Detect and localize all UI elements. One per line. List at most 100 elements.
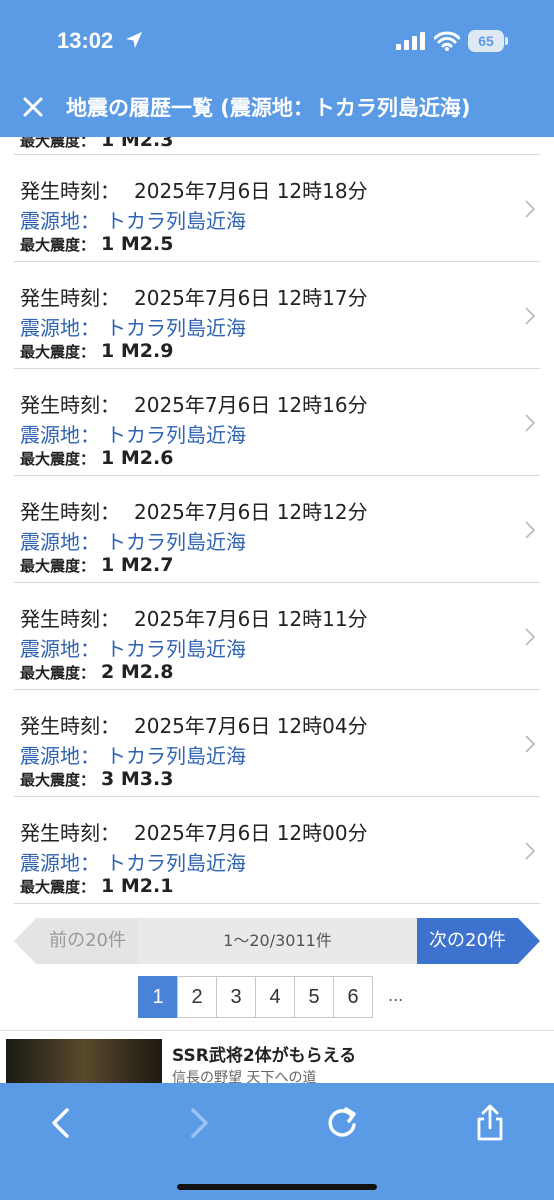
back-arrow-icon[interactable] bbox=[42, 1103, 82, 1143]
time-line: 発生時刻： 2025年7月6日 12時17分 bbox=[20, 282, 368, 311]
epicenter-label: 震源地： bbox=[20, 851, 100, 875]
epicenter-label: 震源地： bbox=[20, 637, 100, 661]
top-bar: 13:02 65 地震の履歴一覧 (震源地：トカラ列島近海) bbox=[0, 0, 554, 137]
page-title: 地震の履歴一覧 (震源地：トカラ列島近海) bbox=[66, 96, 471, 120]
intensity-label: 最大震度： bbox=[20, 664, 96, 682]
status-time: 13:02 bbox=[57, 28, 114, 53]
intensity-label: 最大震度： bbox=[20, 343, 96, 361]
page-number[interactable]: 6 bbox=[333, 976, 373, 1018]
intensity-value: 1 M2.3 bbox=[101, 137, 174, 151]
forward-arrow-icon[interactable] bbox=[178, 1103, 218, 1143]
reload-icon[interactable] bbox=[322, 1103, 362, 1143]
epicenter-value: トカラ列島近海 bbox=[106, 209, 246, 233]
list-item[interactable]: 発生時刻： 2025年7月6日 12時17分 震源地： トカラ列島近海 最大震度： 1… bbox=[14, 262, 540, 369]
intensity-value: 1 M2.1 bbox=[101, 875, 174, 897]
time-value: 2025年7月6日 12時00分 bbox=[134, 821, 368, 845]
intensity-label: 最大震度： bbox=[20, 236, 96, 254]
home-indicator bbox=[177, 1184, 377, 1190]
epicenter-value: トカラ列島近海 bbox=[106, 316, 246, 340]
epicenter-label: 震源地： bbox=[20, 423, 100, 447]
page-number[interactable]: 3 bbox=[216, 976, 256, 1018]
page-number[interactable]: 2 bbox=[177, 976, 217, 1018]
time-value: 2025年7月6日 12時12分 bbox=[134, 500, 368, 524]
intensity-label: 最大震度： bbox=[20, 771, 96, 789]
intensity-line: 最大震度： 1 M2.7 bbox=[20, 554, 173, 576]
signal-icon bbox=[396, 32, 425, 50]
chevron-right-icon bbox=[525, 521, 536, 539]
epicenter-value: トカラ列島近海 bbox=[106, 637, 246, 661]
list-item[interactable]: 発生時刻： 2025年7月6日 12時16分 震源地： トカラ列島近海 最大震度： 1… bbox=[14, 369, 540, 476]
list-item[interactable]: 発生時刻： 2025年7月6日 12時18分 震源地： トカラ列島近海 最大震度： 1… bbox=[14, 155, 540, 262]
time-line: 発生時刻： 2025年7月6日 12時00分 bbox=[20, 817, 368, 846]
time-line: 発生時刻： 2025年7月6日 12時04分 bbox=[20, 710, 368, 739]
chevron-right-icon bbox=[525, 842, 536, 860]
next-page-button[interactable]: 次の20件 bbox=[417, 918, 540, 964]
epicenter-line: 震源地： トカラ列島近海 bbox=[20, 847, 246, 876]
time-label: 発生時刻： bbox=[20, 393, 120, 417]
wifi-icon bbox=[434, 31, 460, 51]
epicenter-line: 震源地： トカラ列島近海 bbox=[20, 419, 246, 448]
ad-thumbnail bbox=[6, 1039, 162, 1087]
ad-title: SSR武将2体がもらえる bbox=[172, 1046, 357, 1066]
battery-icon: 65 bbox=[468, 30, 508, 52]
page-number-current[interactable]: 1 bbox=[138, 976, 178, 1018]
time-label: 発生時刻： bbox=[20, 179, 120, 203]
chevron-right-icon bbox=[525, 735, 536, 753]
pagination-bar: 前の20件 1〜20/3011件 次の20件 bbox=[14, 918, 540, 964]
time-line: 発生時刻： 2025年7月6日 12時16分 bbox=[20, 389, 368, 418]
chevron-right-icon bbox=[525, 307, 536, 325]
epicenter-line: 震源地： トカラ列島近海 bbox=[20, 526, 246, 555]
time-line: 発生時刻： 2025年7月6日 12時11分 bbox=[20, 603, 368, 632]
epicenter-value: トカラ列島近海 bbox=[106, 744, 246, 768]
intensity-line: 最大震度： 1 M2.3 bbox=[20, 137, 173, 151]
status-bar: 13:02 65 bbox=[0, 0, 554, 80]
share-icon[interactable] bbox=[470, 1103, 510, 1143]
intensity-line: 最大震度： 1 M2.9 bbox=[20, 340, 173, 362]
time-value: 2025年7月6日 12時04分 bbox=[134, 714, 368, 738]
intensity-value: 3 M3.3 bbox=[101, 768, 174, 790]
list-item[interactable]: 発生時刻： 2025年7月6日 12時12分 震源地： トカラ列島近海 最大震度： 1… bbox=[14, 476, 540, 583]
intensity-value: 2 M2.8 bbox=[101, 661, 174, 683]
time-value: 2025年7月6日 12時17分 bbox=[134, 286, 368, 310]
intensity-value: 1 M2.6 bbox=[101, 447, 174, 469]
epicenter-line: 震源地： トカラ列島近海 bbox=[20, 312, 246, 341]
page-number[interactable]: 4 bbox=[255, 976, 295, 1018]
intensity-line: 最大震度： 3 M3.3 bbox=[20, 768, 173, 790]
page-numbers: 1 2 3 4 5 6 bbox=[138, 976, 373, 1018]
list-item-partial[interactable]: 最大震度： 1 M2.3 bbox=[14, 137, 540, 155]
list-item[interactable]: 発生時刻： 2025年7月6日 12時00分 震源地： トカラ列島近海 最大震度： 1… bbox=[14, 797, 540, 904]
result-range: 1〜20/3011件 bbox=[138, 918, 417, 964]
time-line: 発生時刻： 2025年7月6日 12時12分 bbox=[20, 496, 368, 525]
list-item[interactable]: 発生時刻： 2025年7月6日 12時11分 震源地： トカラ列島近海 最大震度： 2… bbox=[14, 583, 540, 690]
time-value: 2025年7月6日 12時16分 bbox=[134, 393, 368, 417]
intensity-line: 最大震度： 2 M2.8 bbox=[20, 661, 173, 683]
intensity-label: 最大震度： bbox=[20, 557, 96, 575]
ad-banner[interactable]: SSR武将2体がもらえる 信長の野望 天下への道 bbox=[0, 1030, 554, 1087]
time-label: 発生時刻： bbox=[20, 714, 120, 738]
intensity-label: 最大震度： bbox=[20, 878, 96, 896]
battery-level: 65 bbox=[468, 30, 504, 52]
intensity-line: 最大震度： 1 M2.5 bbox=[20, 233, 173, 255]
prev-page-button: 前の20件 bbox=[14, 918, 138, 964]
epicenter-label: 震源地： bbox=[20, 209, 100, 233]
epicenter-value: トカラ列島近海 bbox=[106, 530, 246, 554]
page-ellipsis: ... bbox=[388, 986, 404, 1005]
location-arrow-icon bbox=[126, 32, 142, 48]
page-number[interactable]: 5 bbox=[294, 976, 334, 1018]
chevron-right-icon bbox=[525, 200, 536, 218]
epicenter-line: 震源地： トカラ列島近海 bbox=[20, 205, 246, 234]
time-line: 発生時刻： 2025年7月6日 12時18分 bbox=[20, 175, 368, 204]
chevron-right-icon bbox=[525, 628, 536, 646]
browser-toolbar bbox=[0, 1083, 554, 1200]
intensity-value: 1 M2.5 bbox=[101, 233, 174, 255]
intensity-label: 最大震度： bbox=[20, 450, 96, 468]
epicenter-value: トカラ列島近海 bbox=[106, 423, 246, 447]
chevron-right-icon bbox=[525, 414, 536, 432]
intensity-line: 最大震度： 1 M2.6 bbox=[20, 447, 173, 469]
battery-tip bbox=[505, 37, 508, 45]
page-header: 地震の履歴一覧 (震源地：トカラ列島近海) bbox=[0, 80, 554, 137]
close-icon[interactable] bbox=[16, 90, 50, 124]
time-value: 2025年7月6日 12時18分 bbox=[134, 179, 368, 203]
list-item[interactable]: 発生時刻： 2025年7月6日 12時04分 震源地： トカラ列島近海 最大震度： 3… bbox=[14, 690, 540, 797]
time-label: 発生時刻： bbox=[20, 821, 120, 845]
